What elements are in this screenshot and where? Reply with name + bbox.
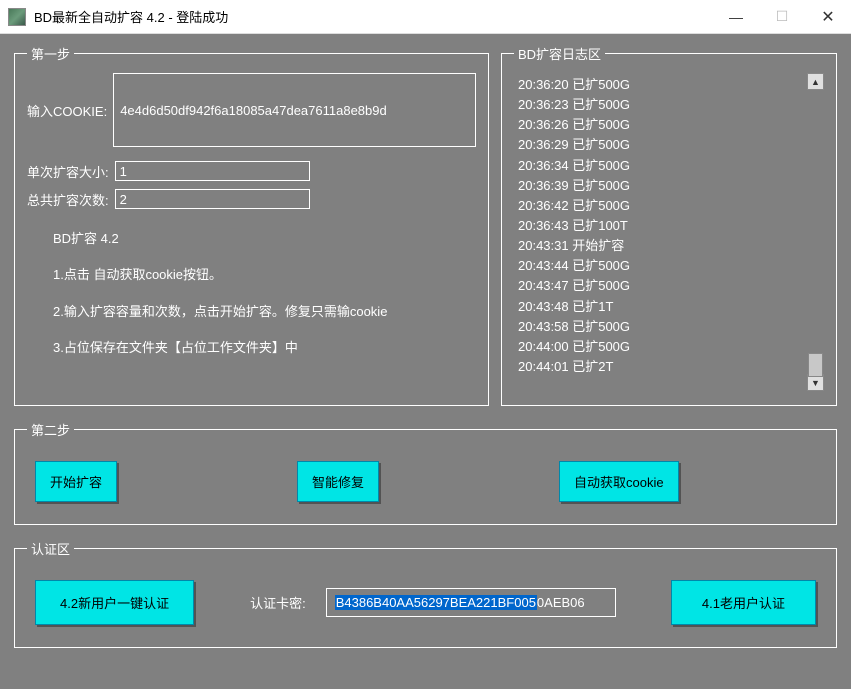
new-user-auth-button[interactable]: 4.2新用户一键认证: [35, 580, 194, 625]
log-entry: 20:36:23 已扩500G: [518, 95, 802, 115]
log-entry: 20:43:31 开始扩容: [518, 236, 802, 256]
client-area: 第一步 输入COOKIE: 4e4d6d50df942f6a18085a47de…: [0, 34, 851, 689]
auth-legend: 认证区: [27, 539, 74, 558]
instruction-1: 1.点击 自动获取cookie按钮。: [53, 257, 476, 293]
log-entry: 20:36:42 已扩500G: [518, 196, 802, 216]
app-icon: [8, 8, 26, 26]
log-entry: 20:43:44 已扩500G: [518, 256, 802, 276]
log-entry: 20:44:01 已扩2T: [518, 357, 802, 377]
auth-card-label: 认证卡密:: [250, 593, 306, 612]
log-entry: 20:43:47 已扩500G: [518, 276, 802, 296]
log-legend: BD扩容日志区: [514, 44, 605, 63]
maximize-button: ☐: [759, 0, 805, 33]
log-entry: 20:36:26 已扩500G: [518, 115, 802, 135]
auth-card-input[interactable]: B4386B40AA56297BEA221BF0050AEB06: [326, 588, 616, 617]
log-entry: 20:43:58 已扩500G: [518, 317, 802, 337]
log-entry: 20:36:39 已扩500G: [518, 176, 802, 196]
count-label: 总共扩容次数:: [27, 190, 109, 209]
cookie-label: 输入COOKIE:: [27, 101, 107, 120]
scroll-up-icon[interactable]: ▲: [807, 73, 824, 90]
get-cookie-button[interactable]: 自动获取cookie: [559, 461, 679, 502]
step1-group: 第一步 输入COOKIE: 4e4d6d50df942f6a18085a47de…: [14, 44, 489, 406]
step1-legend: 第一步: [27, 44, 74, 63]
log-list: 20:36:20 已扩500G20:36:23 已扩500G20:36:26 已…: [514, 73, 806, 391]
smart-repair-button[interactable]: 智能修复: [297, 461, 379, 502]
instruction-0: BD扩容 4.2: [53, 221, 476, 257]
log-entry: 20:43:48 已扩1T: [518, 297, 802, 317]
step2-group: 第二步 开始扩容 智能修复 自动获取cookie: [14, 420, 837, 525]
cookie-value: 4e4d6d50df942f6a18085a47dea7611a8e8b9d: [120, 103, 387, 118]
log-entry: 20:36:29 已扩500G: [518, 135, 802, 155]
minimize-button[interactable]: —: [713, 0, 759, 33]
log-entry: 20:36:20 已扩500G: [518, 75, 802, 95]
old-user-auth-button[interactable]: 4.1老用户认证: [671, 580, 816, 625]
instruction-2: 2.输入扩容容量和次数，点击开始扩容。修复只需输cookie: [53, 294, 476, 330]
log-group: BD扩容日志区 20:36:20 已扩500G20:36:23 已扩500G20…: [501, 44, 837, 406]
window-title: BD最新全自动扩容 4.2 - 登陆成功: [34, 7, 713, 26]
log-entry: 20:36:34 已扩500G: [518, 156, 802, 176]
scroll-thumb[interactable]: [808, 353, 823, 377]
instruction-3: 3.占位保存在文件夹【占位工作文件夹】中: [53, 330, 476, 366]
count-input[interactable]: [115, 189, 310, 209]
auth-group: 认证区 4.2新用户一键认证 认证卡密: B4386B40AA56297BEA2…: [14, 539, 837, 648]
instructions: BD扩容 4.2 1.点击 自动获取cookie按钮。 2.输入扩容容量和次数，…: [27, 213, 476, 367]
log-entry: 20:44:00 已扩500G: [518, 337, 802, 357]
window-controls: — ☐ ✕: [713, 0, 851, 33]
titlebar: BD最新全自动扩容 4.2 - 登陆成功 — ☐ ✕: [0, 0, 851, 34]
cookie-input[interactable]: 4e4d6d50df942f6a18085a47dea7611a8e8b9d: [113, 73, 476, 147]
log-entry: 20:36:43 已扩100T: [518, 216, 802, 236]
step2-legend: 第二步: [27, 420, 74, 439]
start-expand-button[interactable]: 开始扩容: [35, 461, 117, 502]
auth-card-rest: 0AEB06: [537, 595, 585, 610]
size-input[interactable]: [115, 161, 310, 181]
size-label: 单次扩容大小:: [27, 162, 109, 181]
log-scrollbar[interactable]: ▲ ▼: [807, 73, 824, 391]
auth-card-selected: B4386B40AA56297BEA221BF005: [335, 595, 537, 610]
close-button[interactable]: ✕: [805, 0, 851, 33]
